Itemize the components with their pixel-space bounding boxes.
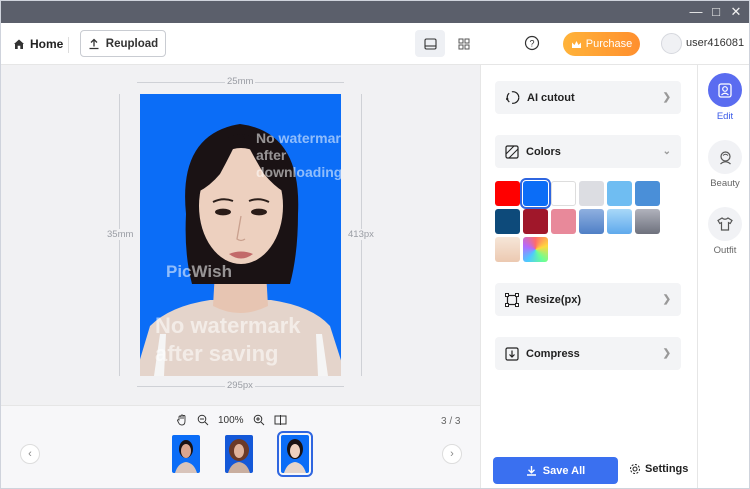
prev-arrow-icon[interactable]: ‹	[20, 444, 40, 464]
app-window: — □ ✕ Home Reupload ? Purchase user41608…	[0, 0, 750, 489]
title-bar: — □ ✕	[1, 1, 749, 23]
next-arrow-icon[interactable]: ›	[442, 444, 462, 464]
hand-tool-icon[interactable]	[176, 414, 188, 426]
thumbnail-strip: 100% 3 / 3 ‹ ›	[1, 405, 480, 488]
swatch-pink[interactable]	[551, 209, 576, 234]
top-toolbar: Home Reupload ? Purchase user416081	[1, 23, 749, 65]
home-button[interactable]: Home	[13, 35, 63, 53]
nav-item-beauty[interactable]: Beauty	[698, 140, 749, 189]
compress-section[interactable]: Compress ❯	[495, 337, 681, 370]
resize-label: Resize(px)	[526, 293, 582, 306]
compare-icon[interactable]	[274, 414, 287, 426]
swatch-dark-red[interactable]	[523, 209, 548, 234]
image-counter: 3 / 3	[441, 416, 461, 427]
thumbnail-3[interactable]	[277, 431, 313, 477]
svg-text:?: ?	[529, 38, 534, 48]
grid-view-icon	[458, 38, 470, 49]
watermark-mid: PicWish	[166, 262, 232, 281]
home-label: Home	[30, 37, 64, 51]
watermark-top: No watermark after downloading	[256, 130, 341, 180]
settings-label: Settings	[645, 463, 689, 475]
compress-icon	[505, 346, 519, 361]
reupload-label: Reupload	[105, 37, 159, 50]
avatar[interactable]	[661, 33, 682, 54]
edit-panel: AI cutout ❯ Colors ⌄ Resize(px) ❯ Compre…	[480, 65, 697, 488]
swatch-light-blue-gradient[interactable]	[607, 209, 632, 234]
purchase-button[interactable]: Purchase	[563, 32, 640, 56]
height-mm-label: 35mm	[105, 229, 136, 240]
colors-section[interactable]: Colors ⌄	[495, 135, 681, 168]
thumbnail-1-image	[172, 435, 200, 473]
zoom-level: 100%	[218, 414, 244, 426]
watermark-main: No watermark after saving	[155, 313, 301, 366]
thumbnail-2-image	[225, 435, 253, 473]
face-icon	[708, 140, 742, 174]
single-view-button[interactable]	[415, 30, 445, 57]
save-all-button[interactable]: Save All	[493, 457, 618, 484]
single-view-icon	[423, 37, 437, 50]
swatch-light-gray[interactable]	[579, 181, 604, 206]
portrait-photo[interactable]: No watermark after downloading PicWish N…	[140, 94, 341, 376]
swatch-blue-selected[interactable]	[520, 178, 551, 209]
swatch-beige[interactable]	[495, 237, 520, 262]
zoom-out-icon[interactable]	[197, 414, 209, 426]
thumbnail-1[interactable]	[172, 435, 200, 473]
swatch-red[interactable]	[495, 181, 520, 206]
minimize-icon[interactable]: —	[687, 3, 705, 21]
chevron-right-icon: ❯	[662, 294, 671, 305]
gear-icon	[630, 464, 640, 474]
username[interactable]: user416081	[686, 37, 744, 49]
color-fill-icon	[505, 144, 519, 159]
help-icon: ?	[524, 35, 540, 51]
height-px-label: 413px	[346, 229, 376, 240]
width-mm-label: 25mm	[225, 76, 256, 87]
crown-icon	[571, 40, 581, 48]
close-icon[interactable]: ✕	[727, 3, 745, 21]
colors-label: Colors	[526, 145, 561, 158]
grid-view-button[interactable]	[449, 30, 479, 57]
swatch-sky-blue[interactable]	[607, 181, 632, 206]
portrait-icon	[708, 73, 742, 107]
shirt-icon	[708, 207, 742, 241]
help-button[interactable]: ?	[524, 35, 542, 53]
swatch-mid-blue[interactable]	[635, 181, 660, 206]
resize-section[interactable]: Resize(px) ❯	[495, 283, 681, 316]
nav-item-edit[interactable]: Edit	[698, 73, 749, 122]
ai-cutout-section[interactable]: AI cutout ❯	[495, 81, 681, 114]
zoom-in-icon[interactable]	[253, 414, 265, 426]
width-px-label: 295px	[225, 380, 255, 391]
chevron-down-icon: ⌄	[662, 146, 671, 157]
nav-outfit-label: Outfit	[713, 245, 737, 256]
purchase-label: Purchase	[585, 38, 633, 50]
custom-color-picker[interactable]	[523, 237, 548, 262]
swatch-gray-gradient[interactable]	[635, 209, 660, 234]
reupload-button[interactable]: Reupload	[80, 30, 166, 57]
settings-button[interactable]: Settings	[629, 463, 688, 475]
upload-icon	[89, 38, 99, 49]
chevron-right-icon: ❯	[662, 92, 671, 103]
divider	[68, 37, 69, 53]
swatch-blue-gradient[interactable]	[579, 209, 604, 234]
side-nav: Edit Beauty Outfit	[697, 65, 749, 488]
swatch-navy[interactable]	[495, 209, 520, 234]
nav-edit-label: Edit	[716, 111, 734, 122]
thumbnail-3-image	[281, 435, 309, 473]
nav-beauty-label: Beauty	[710, 178, 740, 189]
ai-cutout-label: AI cutout	[527, 91, 575, 104]
canvas-area: 25mm 35mm 413px 295px No watermark after…	[1, 65, 480, 405]
download-icon	[526, 466, 536, 476]
zoom-controls: 100%	[176, 414, 287, 426]
save-all-label: Save All	[542, 464, 586, 477]
swatch-white[interactable]	[551, 181, 576, 206]
home-icon	[14, 39, 24, 49]
maximize-icon[interactable]: □	[707, 3, 725, 21]
cutout-icon	[506, 91, 520, 104]
nav-item-outfit[interactable]: Outfit	[698, 207, 749, 256]
resize-icon	[505, 292, 519, 307]
thumbnail-2[interactable]	[225, 435, 253, 473]
compress-label: Compress	[526, 347, 580, 360]
chevron-right-icon: ❯	[662, 348, 671, 359]
